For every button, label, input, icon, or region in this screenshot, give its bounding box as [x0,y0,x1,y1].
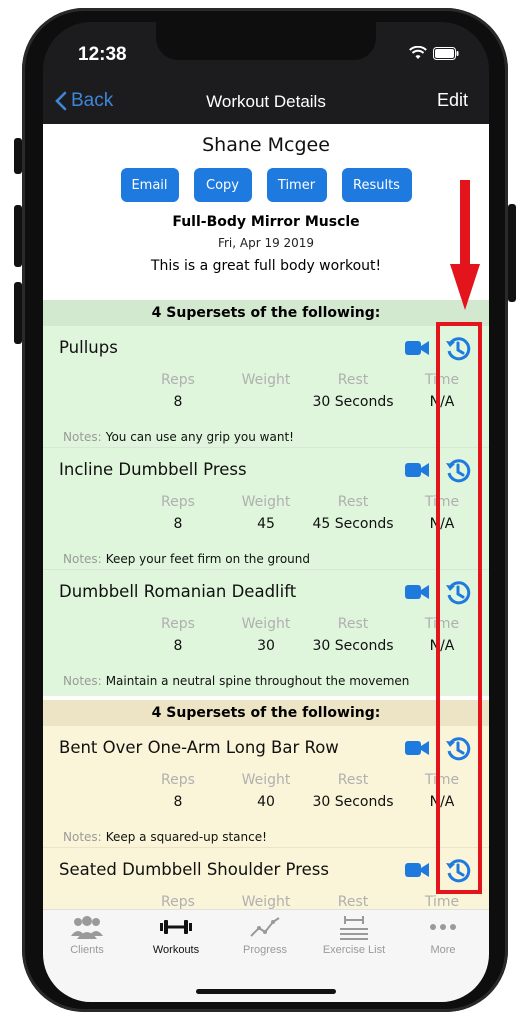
rest-label: Rest [337,772,369,788]
notes-text: You can use any grip you want! [105,430,294,444]
notes-text: Keep a squared-up stance! [105,830,267,844]
exercise-name: Dumbbell Romanian Deadlift [59,582,297,601]
video-camera-icon[interactable] [405,340,429,356]
tab-label: Progress [242,944,288,956]
tab-label: Exercise List [322,944,386,956]
workout-name: Full-Body Mirror Muscle [172,214,360,230]
exercise-notes: Notes: Keep your feet firm on the ground [63,552,310,566]
tab-label: Workouts [152,944,200,956]
reps-label: Reps [161,494,195,510]
progress-chart-icon [250,917,280,937]
tab-workouts[interactable]: Workouts [136,914,216,956]
exercise-name: Incline Dumbbell Press [59,460,247,479]
phone-screen: 12:38 Back Workout Details Edit Shane Mc… [43,22,489,1002]
exercise-row[interactable]: Bent Over One-Arm Long Bar Row Reps Weig… [43,726,489,848]
reps-label: Reps [161,772,195,788]
exercise-row[interactable]: Pullups Reps Weight Rest Time 8 30 Secon… [43,326,489,448]
superset-section-1: 4 Supersets of the following: Pullups Re… [43,300,489,696]
rest-label: Rest [337,494,369,510]
home-indicator [196,989,336,994]
tab-label: Clients [70,944,104,956]
action-buttons: Email Copy Timer Results [43,168,489,202]
rest-label: Rest [337,616,369,632]
side-button-left-3 [14,282,22,344]
weight-label: Weight [241,772,291,788]
side-button-right [508,204,516,302]
clients-icon [71,916,103,939]
rest-label: Rest [337,894,369,910]
exercise-row[interactable]: Incline Dumbbell Press Reps Weight Rest … [43,448,489,570]
exercise-name: Pullups [59,338,118,357]
status-icons [409,46,459,60]
results-button[interactable]: Results [341,168,412,202]
tab-exercise-list[interactable]: Exercise List [314,914,394,956]
video-camera-icon[interactable] [405,740,429,756]
copy-button[interactable]: Copy [193,168,252,202]
exercise-notes: Notes: You can use any grip you want! [63,430,294,444]
notes-text: Maintain a neutral spine throughout the … [105,674,410,688]
video-camera-icon[interactable] [405,584,429,600]
reps-value: 8 [173,394,183,410]
workout-date: Fri, Apr 19 2019 [217,236,315,250]
client-name: Shane Mcgee [202,134,330,156]
weight-label: Weight [241,372,291,388]
side-button-left-2 [14,205,22,267]
superset-header: 4 Supersets of the following: [43,700,489,726]
notes-label: Notes: [63,830,102,844]
workout-header: Shane Mcgee Email Copy Timer Results Ful… [43,134,489,274]
weight-label: Weight [241,894,291,910]
tab-more[interactable]: More [403,914,483,956]
exercise-row[interactable]: Seated Dumbbell Shoulder Press Reps Weig… [43,848,489,910]
exercise-name: Bent Over One-Arm Long Bar Row [59,738,339,757]
tab-bar: Clients Workouts Progress Exercise List … [43,909,489,1002]
more-dots-icon [430,924,456,930]
workout-description: This is a great full body workout! [150,258,382,274]
rest-label: Rest [337,372,369,388]
nav-title: Workout Details [206,92,326,111]
video-camera-icon[interactable] [405,862,429,878]
notes-text: Keep your feet firm on the ground [105,552,310,566]
tab-label: More [430,944,456,956]
tab-clients[interactable]: Clients [47,914,127,956]
reps-label: Reps [161,894,195,910]
status-time: 12:38 [78,44,127,65]
video-camera-icon[interactable] [405,462,429,478]
notes-label: Notes: [63,552,102,566]
exercise-list-icon [340,916,368,940]
exercise-notes: Notes: Maintain a neutral spine throughou… [63,674,409,688]
time-label: Time [424,894,460,910]
timer-button[interactable]: Timer [266,168,327,202]
side-button-left-1 [14,138,22,174]
tab-progress[interactable]: Progress [225,914,305,956]
notes-label: Notes: [63,674,102,688]
history-column-highlight [436,322,482,894]
superset-header: 4 Supersets of the following: [43,300,489,326]
reps-label: Reps [161,372,195,388]
battery-icon [433,46,459,60]
notch [156,22,376,60]
navigation-bar: Back Workout Details Edit [43,84,489,124]
exercise-name: Seated Dumbbell Shoulder Press [59,860,329,879]
weight-label: Weight [241,494,291,510]
red-arrow-annotation [450,180,480,310]
edit-button[interactable]: Edit [437,90,468,111]
dumbbell-icon [160,920,192,934]
workout-content[interactable]: Shane Mcgee Email Copy Timer Results Ful… [43,124,489,910]
notes-label: Notes: [63,430,102,444]
reps-label: Reps [161,616,195,632]
weight-label: Weight [241,616,291,632]
email-button[interactable]: Email [120,168,179,202]
exercise-notes: Notes: Keep a squared-up stance! [63,830,267,844]
exercise-row[interactable]: Dumbbell Romanian Deadlift Reps Weight R… [43,570,489,691]
wifi-icon [409,46,427,59]
superset-section-2: 4 Supersets of the following: Bent Over … [43,700,489,910]
